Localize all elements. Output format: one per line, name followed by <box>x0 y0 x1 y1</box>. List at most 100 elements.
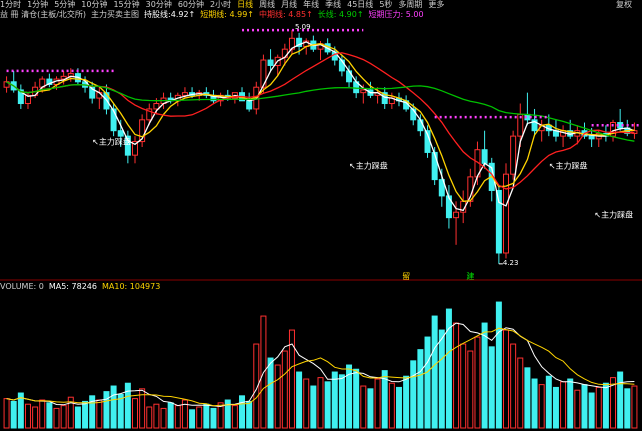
candles-layer <box>3 30 638 264</box>
volume-bar <box>431 315 438 429</box>
signal-mark: 建 <box>466 271 474 281</box>
volume-bar <box>510 343 517 429</box>
volume-bar <box>531 378 538 429</box>
chart-canvas[interactable]: ↖主力踩盘 ↖主力踩盘 ↖主力踩盘 ↖主力踩盘 5.09 4.23 留 建 <box>0 0 642 431</box>
low-price-label: 4.23 <box>503 259 519 267</box>
volume-bar <box>60 405 67 429</box>
volume-bar <box>46 402 53 429</box>
volume-bar <box>552 386 559 429</box>
short-line <box>6 43 635 202</box>
volume-bar <box>174 405 181 429</box>
volume-bar <box>374 378 381 429</box>
volume-label: VOLUME: 0 <box>0 282 44 291</box>
volume-bar <box>32 406 39 429</box>
volume-bar <box>545 375 552 429</box>
candle-body <box>431 151 438 181</box>
volume-layer <box>3 301 638 429</box>
volume-bar <box>53 407 60 429</box>
volume-bar <box>631 385 638 429</box>
candle-body <box>360 89 367 94</box>
annotation-layer: ↖主力踩盘 ↖主力踩盘 ↖主力踩盘 ↖主力踩盘 5.09 4.23 留 建 <box>6 23 642 281</box>
candle-body <box>117 130 124 137</box>
volume-bar <box>395 386 402 429</box>
volume-legend: VOLUME: 0 MA5: 78246 MA10: 104973 <box>0 282 642 291</box>
volume-bar <box>481 322 488 429</box>
candle-body <box>453 211 460 219</box>
volume-bar <box>103 391 110 429</box>
candle-body <box>417 119 424 132</box>
annotation-text: ↖主力踩盘 <box>549 161 588 171</box>
volume-bar <box>424 336 431 429</box>
annotation-text: ↖主力踩盘 <box>349 161 388 171</box>
candle-body <box>588 135 595 140</box>
peak-price-label: 5.09 <box>295 23 311 31</box>
volume-bar <box>39 399 46 429</box>
volume-bar <box>231 405 238 429</box>
volume-bar <box>367 388 374 429</box>
candle-body <box>481 149 488 164</box>
annotation-text: ↖主力踩盘 <box>594 210 633 220</box>
volume-bar <box>438 329 445 429</box>
volume-bar <box>317 377 324 429</box>
volume-bar <box>10 400 17 429</box>
volume-bar <box>538 384 545 429</box>
volume-bar <box>153 403 160 429</box>
volume-bar <box>24 403 31 429</box>
volume-bar <box>3 398 10 429</box>
volume-bar <box>189 409 196 429</box>
volume-bar <box>338 374 345 429</box>
volume-bar <box>239 395 246 429</box>
volume-ma10: MA10: 104973 <box>101 282 161 291</box>
volume-ma5: MA5: 78246 <box>48 282 97 291</box>
volume-bar <box>274 364 281 429</box>
volume-bar <box>74 406 81 429</box>
volume-bar <box>267 357 274 429</box>
long-line <box>6 81 635 142</box>
volume-bar <box>324 381 331 429</box>
volume-bar <box>467 350 474 429</box>
volume-bar <box>403 375 410 429</box>
volume-bar <box>210 407 217 429</box>
candle-body <box>445 195 452 219</box>
volume-bar <box>595 386 602 429</box>
volume-bar <box>488 346 495 429</box>
volume-bar <box>460 343 467 429</box>
annotation-text: ↖主力踩盘 <box>92 136 131 146</box>
volume-bar <box>303 378 310 429</box>
volume-bar <box>624 388 631 429</box>
candle-body <box>181 92 188 96</box>
volume-bar <box>588 392 595 429</box>
volume-bar <box>410 360 417 429</box>
volume-bar <box>160 407 167 429</box>
volume-bar <box>110 385 117 429</box>
volume-bar <box>560 381 567 429</box>
volume-bar <box>503 329 510 429</box>
volume-bar <box>82 400 89 429</box>
candle-body <box>510 135 517 175</box>
volume-bar <box>310 385 317 429</box>
volume-bar <box>203 403 210 429</box>
volume-bar <box>146 406 153 429</box>
volume-bar <box>124 382 131 429</box>
volume-bar <box>360 385 367 429</box>
volume-bar <box>388 382 395 429</box>
volume-bar <box>281 350 288 429</box>
volume-bar <box>453 322 460 429</box>
mid-line <box>6 52 635 190</box>
volume-bar <box>581 384 588 429</box>
volume-bar <box>495 301 502 429</box>
volume-bar <box>296 371 303 429</box>
volume-bar <box>517 357 524 429</box>
volume-bar <box>196 406 203 429</box>
volume-bar <box>417 349 424 429</box>
volume-bar <box>131 398 138 429</box>
volume-bar <box>246 400 253 429</box>
volume-bar <box>602 382 609 429</box>
volume-bar <box>474 336 481 429</box>
volume-bar <box>617 371 624 429</box>
volume-bar <box>567 378 574 429</box>
volume-bar <box>353 368 360 429</box>
volume-bar <box>96 399 103 429</box>
volume-bar <box>167 402 174 429</box>
candle-body <box>246 100 253 110</box>
